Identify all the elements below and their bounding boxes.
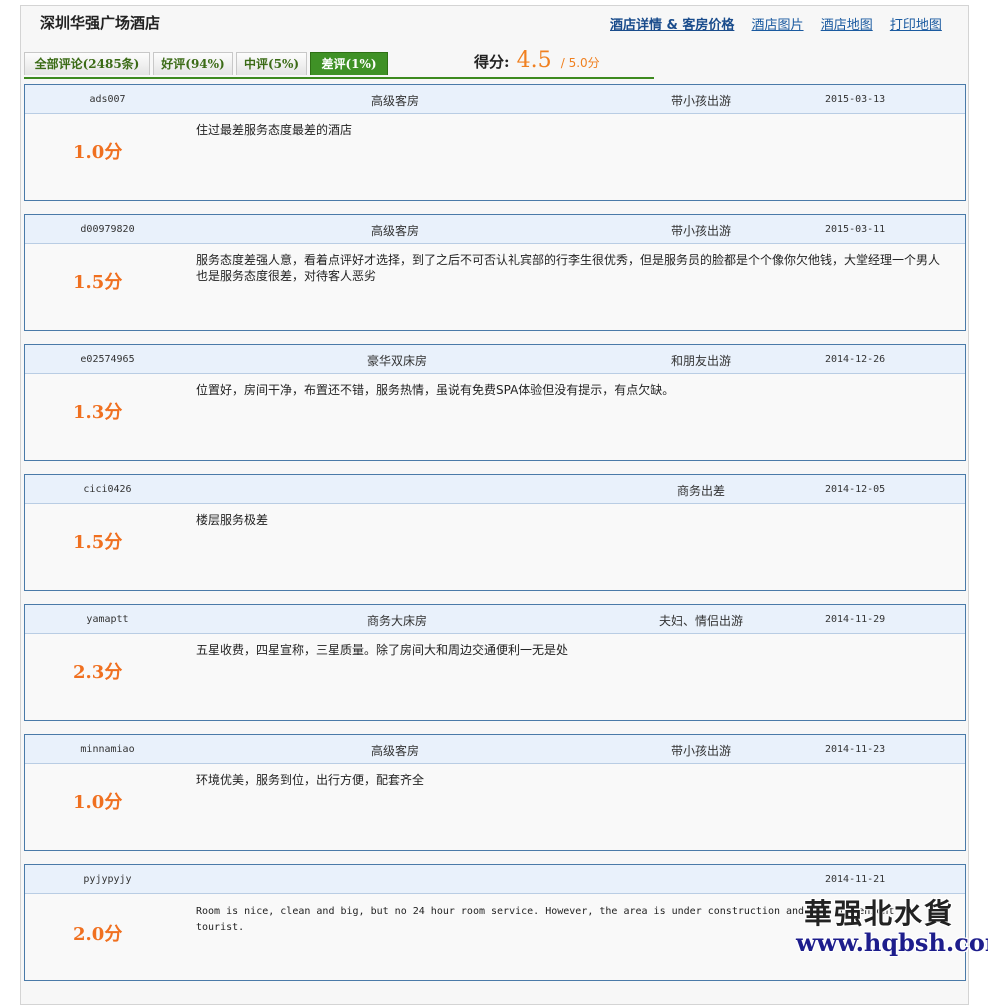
tab-negative-reviews[interactable]: 差评(1%) <box>310 52 388 75</box>
link-hotel-photos[interactable]: 酒店图片 <box>752 18 804 33</box>
review-score: 1.5分 <box>73 532 123 553</box>
review-item: e02574965 豪华双床房 和朋友出游 2014-12-26 1.3分 位置… <box>24 344 966 461</box>
link-hotel-details-prices[interactable]: 酒店详情 & 客房价格 <box>610 18 734 33</box>
score-label: 得分: <box>474 53 510 71</box>
review-header: minnamiao 高级客房 带小孩出游 2014-11-23 <box>25 735 965 764</box>
top-links: 酒店详情 & 客房价格 酒店图片 酒店地图 打印地图 <box>610 14 955 33</box>
review-body: 2.0分 Room is nice, clean and big, but no… <box>25 894 965 981</box>
review-header: e02574965 豪华双床房 和朋友出游 2014-12-26 <box>25 345 965 374</box>
review-header: yamaptt 商务大床房 夫妇、情侣出游 2014-11-29 <box>25 605 965 634</box>
review-score: 2.0分 <box>73 924 123 945</box>
review-header: cici0426 商务出差 2014-12-05 <box>25 475 965 504</box>
review-text: 住过最差服务态度最差的酒店 <box>196 123 353 137</box>
review-date: 2014-11-21 <box>825 874 886 885</box>
review-trip-type: 夫妇、情侣出游 <box>659 614 744 628</box>
review-room-type: 豪华双床房 <box>367 354 428 368</box>
review-item: pyjypyjy 2014-11-21 2.0分 Room is nice, c… <box>24 864 966 981</box>
review-score: 1.5分 <box>73 272 123 293</box>
hotel-title: 深圳华强广场酒店 <box>40 14 161 32</box>
review-user: cici0426 <box>83 484 132 495</box>
review-item: ads007 高级客房 带小孩出游 2015-03-13 1.0分 住过最差服务… <box>24 84 966 201</box>
review-body: 2.3分 五星收费，四星宣称，三星质量。除了房间大和周边交通便利一无是处 <box>25 634 965 721</box>
review-item: yamaptt 商务大床房 夫妇、情侣出游 2014-11-29 2.3分 五星… <box>24 604 966 721</box>
score-max: / 5.0分 <box>560 56 600 70</box>
review-trip-type: 商务出差 <box>677 484 726 498</box>
review-header: ads007 高级客房 带小孩出游 2015-03-13 <box>25 85 965 114</box>
review-date: 2015-03-13 <box>825 94 886 105</box>
review-body: 1.5分 服务态度差强人意，看着点评好才选择，到了之后不可否认礼宾部的行李生很优… <box>25 244 965 331</box>
review-header: pyjypyjy 2014-11-21 <box>25 865 965 894</box>
link-print-map[interactable]: 打印地图 <box>890 18 942 33</box>
review-user: minnamiao <box>80 744 135 755</box>
review-trip-type: 带小孩出游 <box>671 94 732 108</box>
review-room-type: 高级客房 <box>371 744 420 758</box>
tab-neutral-reviews[interactable]: 中评(5%) <box>236 52 307 75</box>
review-text: 楼层服务极差 <box>196 513 269 527</box>
overall-score: 得分: 4.5 / 5.0分 <box>474 48 600 73</box>
review-user: ads007 <box>89 94 126 105</box>
tab-all-reviews[interactable]: 全部评论(2485条) <box>24 52 150 75</box>
review-user: pyjypyjy <box>83 874 132 885</box>
review-body: 1.0分 住过最差服务态度最差的酒店 <box>25 114 965 201</box>
review-date: 2015-03-11 <box>825 224 886 235</box>
review-text: 服务态度差强人意，看着点评好才选择，到了之后不可否认礼宾部的行李生很优秀，但是服… <box>196 253 941 283</box>
tab-positive-reviews[interactable]: 好评(94%) <box>153 52 233 75</box>
review-header: d00979820 高级客房 带小孩出游 2015-03-11 <box>25 215 965 244</box>
review-item: minnamiao 高级客房 带小孩出游 2014-11-23 1.0分 环境优… <box>24 734 966 851</box>
review-user: d00979820 <box>80 224 135 235</box>
review-score: 2.3分 <box>73 662 123 683</box>
review-date: 2014-12-26 <box>825 354 886 365</box>
review-user: e02574965 <box>80 354 135 365</box>
review-body: 1.5分 楼层服务极差 <box>25 504 965 591</box>
review-item: d00979820 高级客房 带小孩出游 2015-03-11 1.5分 服务态… <box>24 214 966 331</box>
review-body: 1.3分 位置好，房间干净，布置还不错，服务热情，虽说有免费SPA体验但没有提示… <box>25 374 965 461</box>
link-hotel-map[interactable]: 酒店地图 <box>821 18 873 33</box>
review-text: 环境优美，服务到位，出行方便，配套齐全 <box>196 773 425 787</box>
review-text: 位置好，房间干净，布置还不错，服务热情，虽说有免费SPA体验但没有提示，有点欠缺… <box>196 383 675 397</box>
review-score: 1.3分 <box>73 402 123 423</box>
review-text: Room is nice, clean and big, but no 24 h… <box>196 906 919 933</box>
review-body: 1.0分 环境优美，服务到位，出行方便，配套齐全 <box>25 764 965 851</box>
review-trip-type: 带小孩出游 <box>671 224 732 238</box>
review-trip-type: 和朋友出游 <box>671 354 732 368</box>
score-value: 4.5 <box>516 48 552 73</box>
review-room-type: 高级客房 <box>371 224 420 238</box>
review-user: yamaptt <box>86 614 129 625</box>
review-score: 1.0分 <box>73 142 123 163</box>
review-score: 1.0分 <box>73 792 123 813</box>
review-room-type: 商务大床房 <box>367 614 428 628</box>
review-date: 2014-11-29 <box>825 614 886 625</box>
review-trip-type: 带小孩出游 <box>671 744 732 758</box>
review-date: 2014-11-23 <box>825 744 886 755</box>
review-item: cici0426 商务出差 2014-12-05 1.5分 楼层服务极差 <box>24 474 966 591</box>
review-text: 五星收费，四星宣称，三星质量。除了房间大和周边交通便利一无是处 <box>196 643 569 657</box>
review-room-type: 高级客房 <box>371 94 420 108</box>
review-date: 2014-12-05 <box>825 484 886 495</box>
